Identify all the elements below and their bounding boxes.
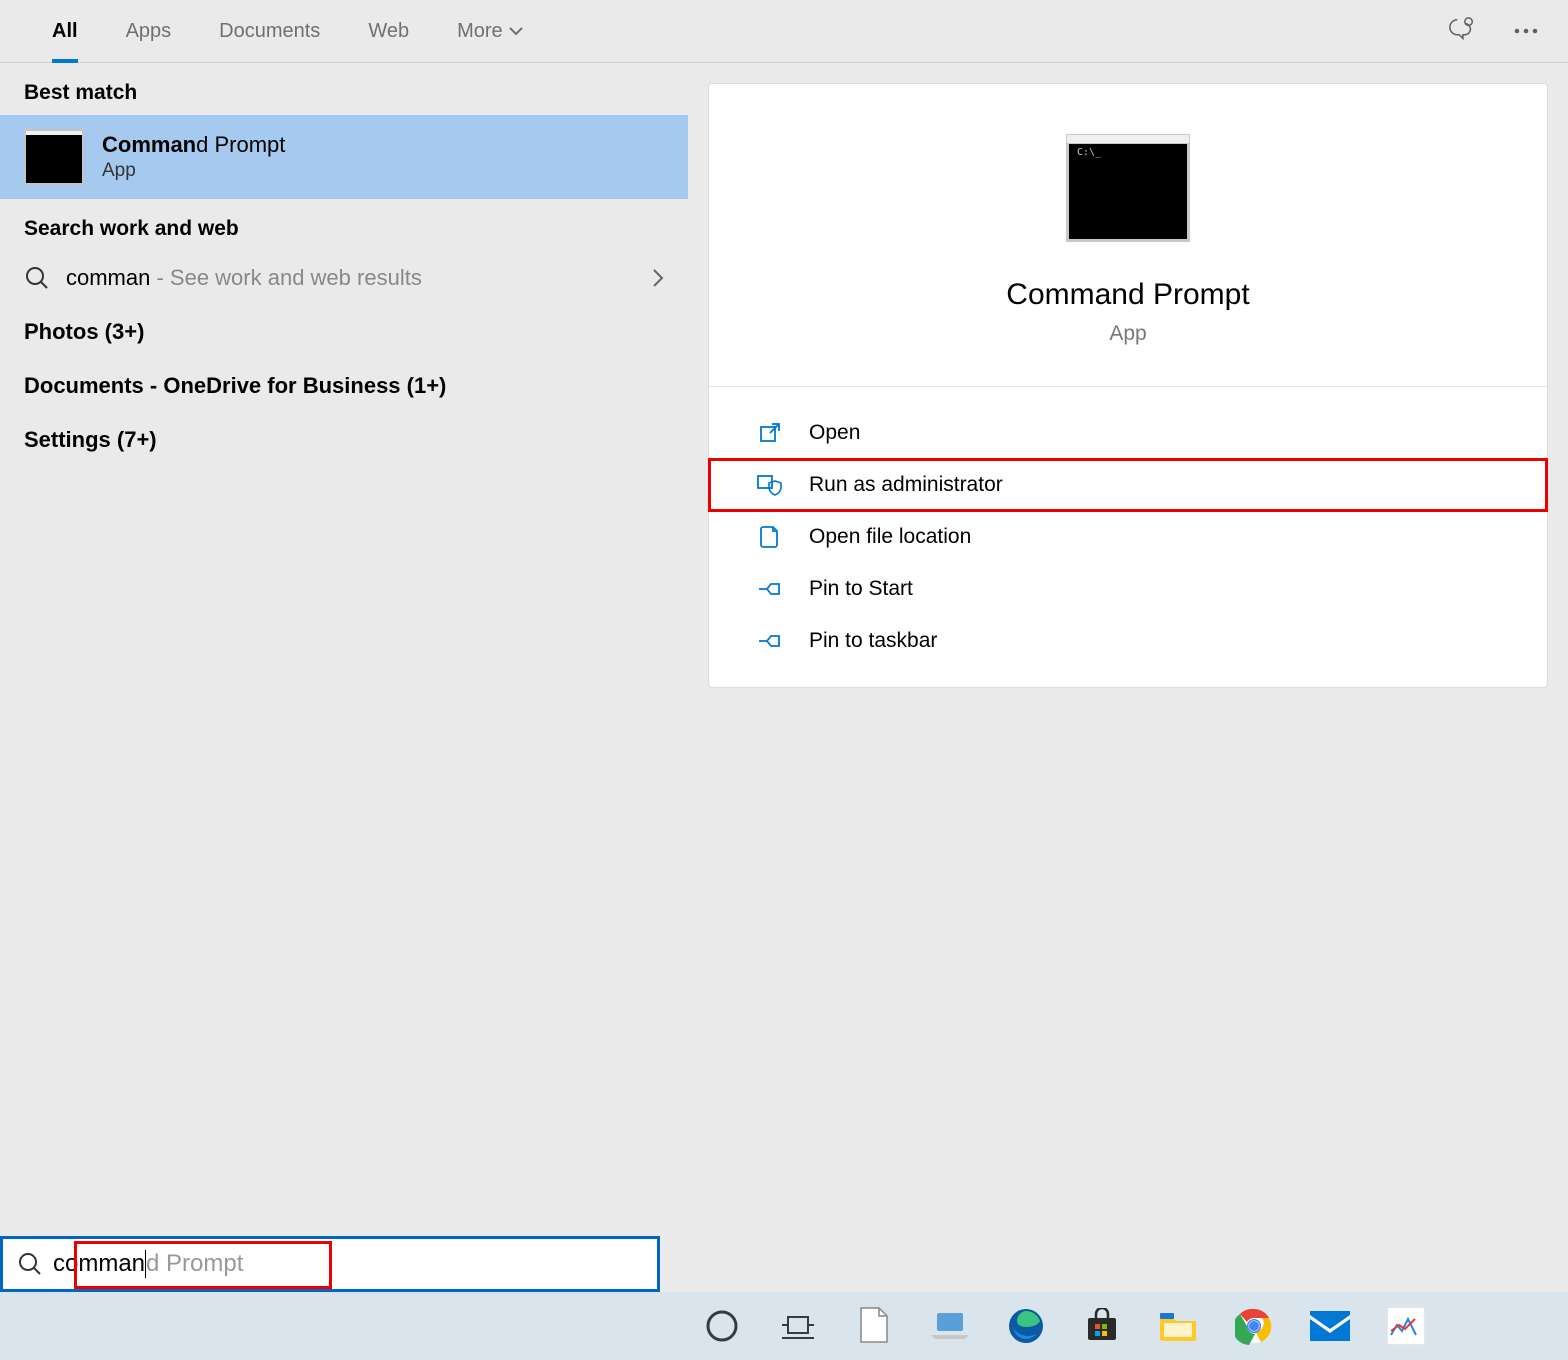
taskbar-edge[interactable] <box>1004 1304 1048 1348</box>
action-pin-to-taskbar[interactable]: Pin to taskbar <box>709 615 1547 667</box>
chevron-right-icon <box>652 268 664 288</box>
best-match-header: Best match <box>0 63 688 115</box>
action-run-as-admin[interactable]: Run as administrator <box>709 459 1547 511</box>
taskbar <box>0 1292 1568 1360</box>
result-subtitle: App <box>102 160 285 182</box>
taskbar-explorer[interactable] <box>1156 1304 1200 1348</box>
cmd-large-icon <box>1066 134 1190 242</box>
pin-icon <box>757 628 783 654</box>
tab-web[interactable]: Web <box>344 0 433 63</box>
action-pin-to-start[interactable]: Pin to Start <box>709 563 1547 615</box>
web-result-text: comman - See work and web results <box>66 265 636 291</box>
taskbar-mail[interactable] <box>1308 1304 1352 1348</box>
chevron-down-icon <box>509 26 523 36</box>
taskbar-app[interactable] <box>1384 1304 1428 1348</box>
action-open[interactable]: Open <box>709 407 1547 459</box>
search-icon <box>24 265 50 291</box>
feedback-icon[interactable] <box>1448 17 1476 45</box>
category-photos[interactable]: Photos (3+) <box>0 305 688 359</box>
taskbar-store[interactable] <box>1080 1304 1124 1348</box>
search-work-web-header: Search work and web <box>0 199 688 251</box>
tab-apps[interactable]: Apps <box>102 0 196 63</box>
web-result-comman[interactable]: comman - See work and web results <box>0 251 688 305</box>
result-title: Command Prompt <box>102 132 285 158</box>
taskbar-file[interactable] <box>852 1304 896 1348</box>
search-tabs: All Apps Documents Web More <box>0 0 1568 63</box>
taskbar-task-view[interactable] <box>776 1304 820 1348</box>
detail-title: Command Prompt <box>1006 278 1249 312</box>
search-text: command Prompt <box>53 1250 243 1278</box>
tab-documents[interactable]: Documents <box>195 0 344 63</box>
results-list: Best match Command Prompt App Search wor… <box>0 63 688 1292</box>
more-icon[interactable] <box>1512 17 1540 45</box>
category-documents[interactable]: Documents - OneDrive for Business (1+) <box>0 359 688 413</box>
shield-icon <box>757 472 783 498</box>
detail-pane: Command Prompt App Open Run as ad <box>688 63 1568 1292</box>
tab-more[interactable]: More <box>433 0 547 63</box>
taskbar-laptop[interactable] <box>928 1304 972 1348</box>
cmd-icon <box>24 129 84 185</box>
taskbar-cortana[interactable] <box>700 1304 744 1348</box>
category-settings[interactable]: Settings (7+) <box>0 413 688 467</box>
search-input[interactable]: command Prompt <box>0 1236 660 1292</box>
detail-subtitle: App <box>1109 322 1146 346</box>
open-icon <box>757 420 783 446</box>
taskbar-chrome[interactable] <box>1232 1304 1276 1348</box>
result-command-prompt[interactable]: Command Prompt App <box>0 115 688 199</box>
tab-all[interactable]: All <box>28 0 102 63</box>
folder-icon <box>757 524 783 550</box>
pin-icon <box>757 576 783 602</box>
search-icon <box>17 1251 43 1277</box>
action-open-file-location[interactable]: Open file location <box>709 511 1547 563</box>
